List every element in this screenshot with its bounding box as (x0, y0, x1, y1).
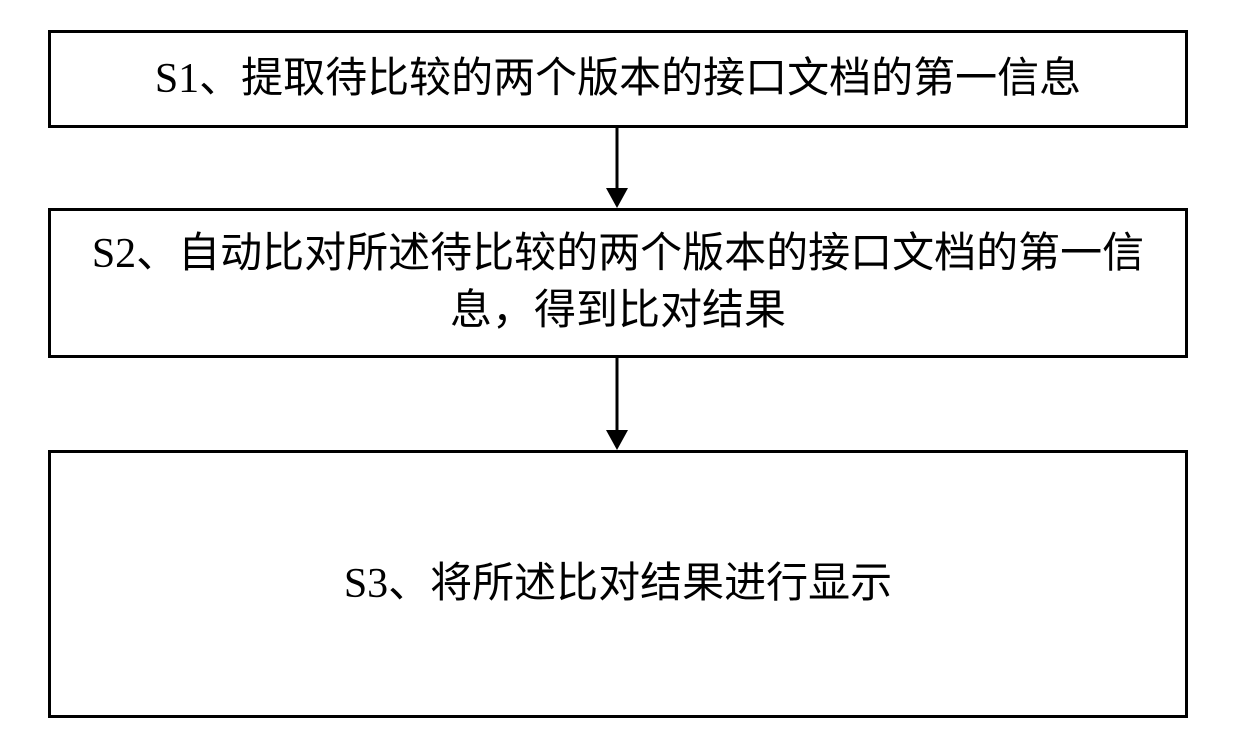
flowchart-arrow-1-line (616, 128, 619, 190)
flowchart-step-s2-text: S2、自动比对所述待比较的两个版本的接口文档的第一信息，得到比对结果 (71, 226, 1165, 339)
flowchart-canvas: S1、提取待比较的两个版本的接口文档的第一信息 S2、自动比对所述待比较的两个版… (0, 0, 1239, 753)
flowchart-step-s3: S3、将所述比对结果进行显示 (48, 450, 1188, 718)
flowchart-step-s1: S1、提取待比较的两个版本的接口文档的第一信息 (48, 30, 1188, 128)
flowchart-step-s3-text: S3、将所述比对结果进行显示 (344, 556, 892, 613)
flowchart-arrow-2-head (606, 430, 628, 450)
flowchart-arrow-2-line (616, 358, 619, 432)
flowchart-step-s1-text: S1、提取待比较的两个版本的接口文档的第一信息 (155, 51, 1081, 108)
flowchart-arrow-1-head (606, 188, 628, 208)
flowchart-step-s2: S2、自动比对所述待比较的两个版本的接口文档的第一信息，得到比对结果 (48, 208, 1188, 358)
